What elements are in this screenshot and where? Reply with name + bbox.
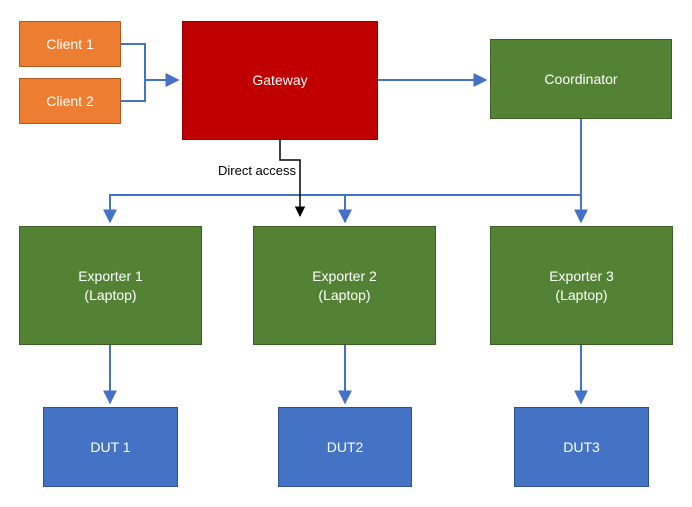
exporter3-title: Exporter 3 bbox=[549, 267, 614, 285]
edge-client2-gateway bbox=[121, 80, 178, 101]
dut2-label: DUT2 bbox=[327, 438, 364, 456]
coordinator-label: Coordinator bbox=[544, 70, 617, 88]
gateway-node: Gateway bbox=[182, 21, 378, 140]
exporter3-node: Exporter 3 (Laptop) bbox=[490, 226, 673, 345]
client2-label: Client 2 bbox=[46, 92, 93, 110]
dut3-node: DUT3 bbox=[514, 407, 649, 487]
dut3-label: DUT3 bbox=[563, 438, 600, 456]
edge-client1-gateway bbox=[121, 44, 178, 80]
edge-coordinator-exporter2 bbox=[345, 119, 581, 222]
coordinator-node: Coordinator bbox=[490, 39, 672, 119]
direct-access-label: Direct access bbox=[218, 163, 296, 178]
exporter2-sub: (Laptop) bbox=[312, 286, 377, 304]
exporter1-node: Exporter 1 (Laptop) bbox=[19, 226, 202, 345]
client1-label: Client 1 bbox=[46, 35, 93, 53]
client2-node: Client 2 bbox=[19, 78, 121, 124]
exporter1-title: Exporter 1 bbox=[78, 267, 143, 285]
exporter1-sub: (Laptop) bbox=[78, 286, 143, 304]
dut1-node: DUT 1 bbox=[43, 407, 178, 487]
dut1-label: DUT 1 bbox=[90, 438, 130, 456]
exporter2-title: Exporter 2 bbox=[312, 267, 377, 285]
gateway-label: Gateway bbox=[252, 71, 307, 89]
exporter2-node: Exporter 2 (Laptop) bbox=[253, 226, 436, 345]
exporter3-sub: (Laptop) bbox=[549, 286, 614, 304]
edge-gateway-exporter2-direct bbox=[280, 140, 300, 216]
dut2-node: DUT2 bbox=[278, 407, 412, 487]
client1-node: Client 1 bbox=[19, 21, 121, 67]
